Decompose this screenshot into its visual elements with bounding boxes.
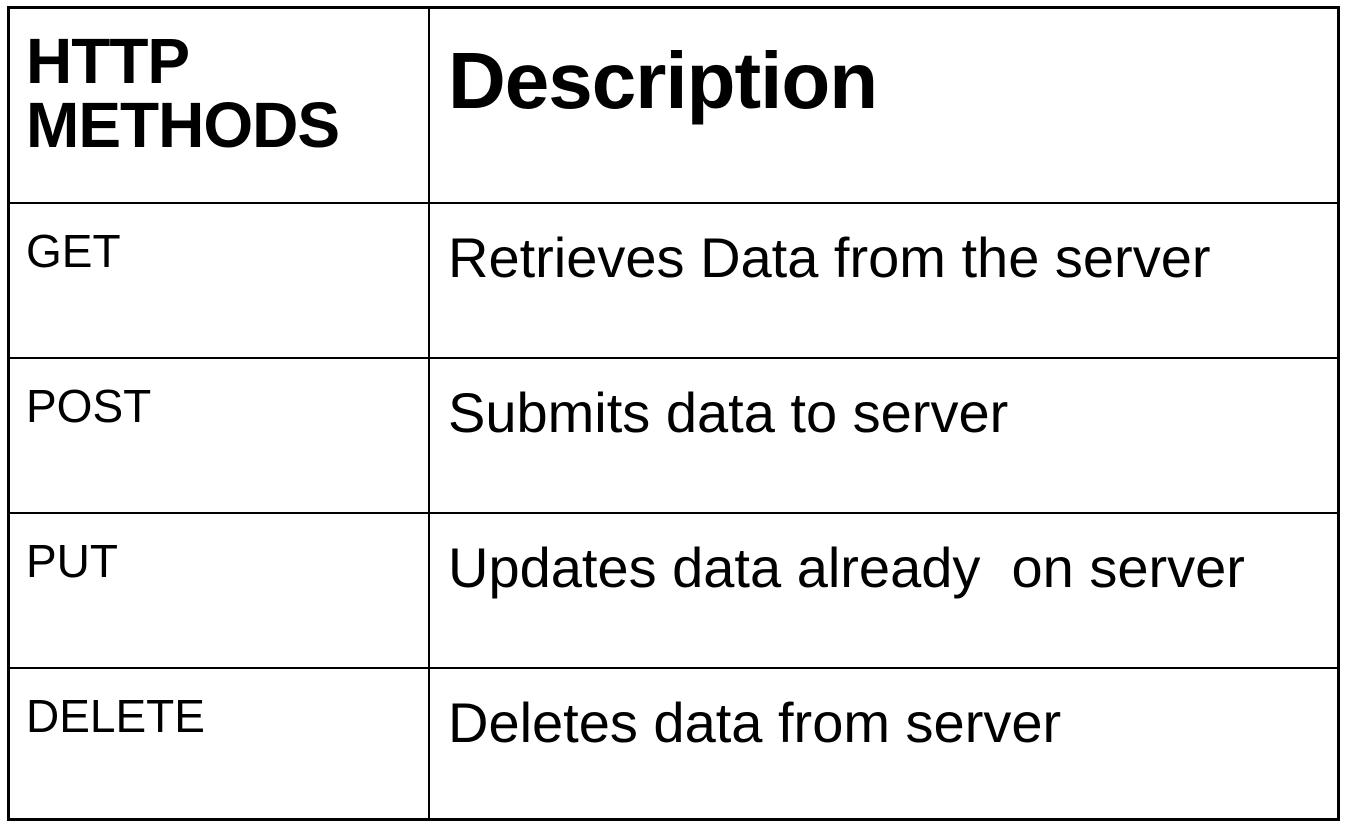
description-cell-get: Retrieves Data from the server <box>430 204 1337 359</box>
header-cell-description: Description <box>430 9 1337 204</box>
method-label: POST <box>26 380 152 432</box>
method-cell-delete: DELETE <box>10 669 430 818</box>
method-label: PUT <box>26 535 118 587</box>
method-label: DELETE <box>26 690 205 742</box>
method-label: GET <box>26 225 121 277</box>
description-cell-put: Updates data already on server <box>430 514 1337 669</box>
description-text: Deletes data from server <box>448 691 1062 754</box>
header-http-methods-line1: HTTP <box>26 25 190 97</box>
http-methods-table: HTTP METHODS Description GET Retrieves D… <box>7 6 1340 821</box>
header-description: Description <box>448 36 878 125</box>
header-http-methods-line2: METHODS <box>26 89 340 161</box>
description-cell-post: Submits data to server <box>430 359 1337 514</box>
method-cell-get: GET <box>10 204 430 359</box>
method-cell-post: POST <box>10 359 430 514</box>
method-cell-put: PUT <box>10 514 430 669</box>
header-cell-http-methods: HTTP METHODS <box>10 9 430 204</box>
description-text: Updates data already on server <box>448 536 1245 599</box>
description-text: Retrieves Data from the server <box>448 226 1211 289</box>
description-text: Submits data to server <box>448 381 1009 444</box>
description-cell-delete: Deletes data from server <box>430 669 1337 818</box>
